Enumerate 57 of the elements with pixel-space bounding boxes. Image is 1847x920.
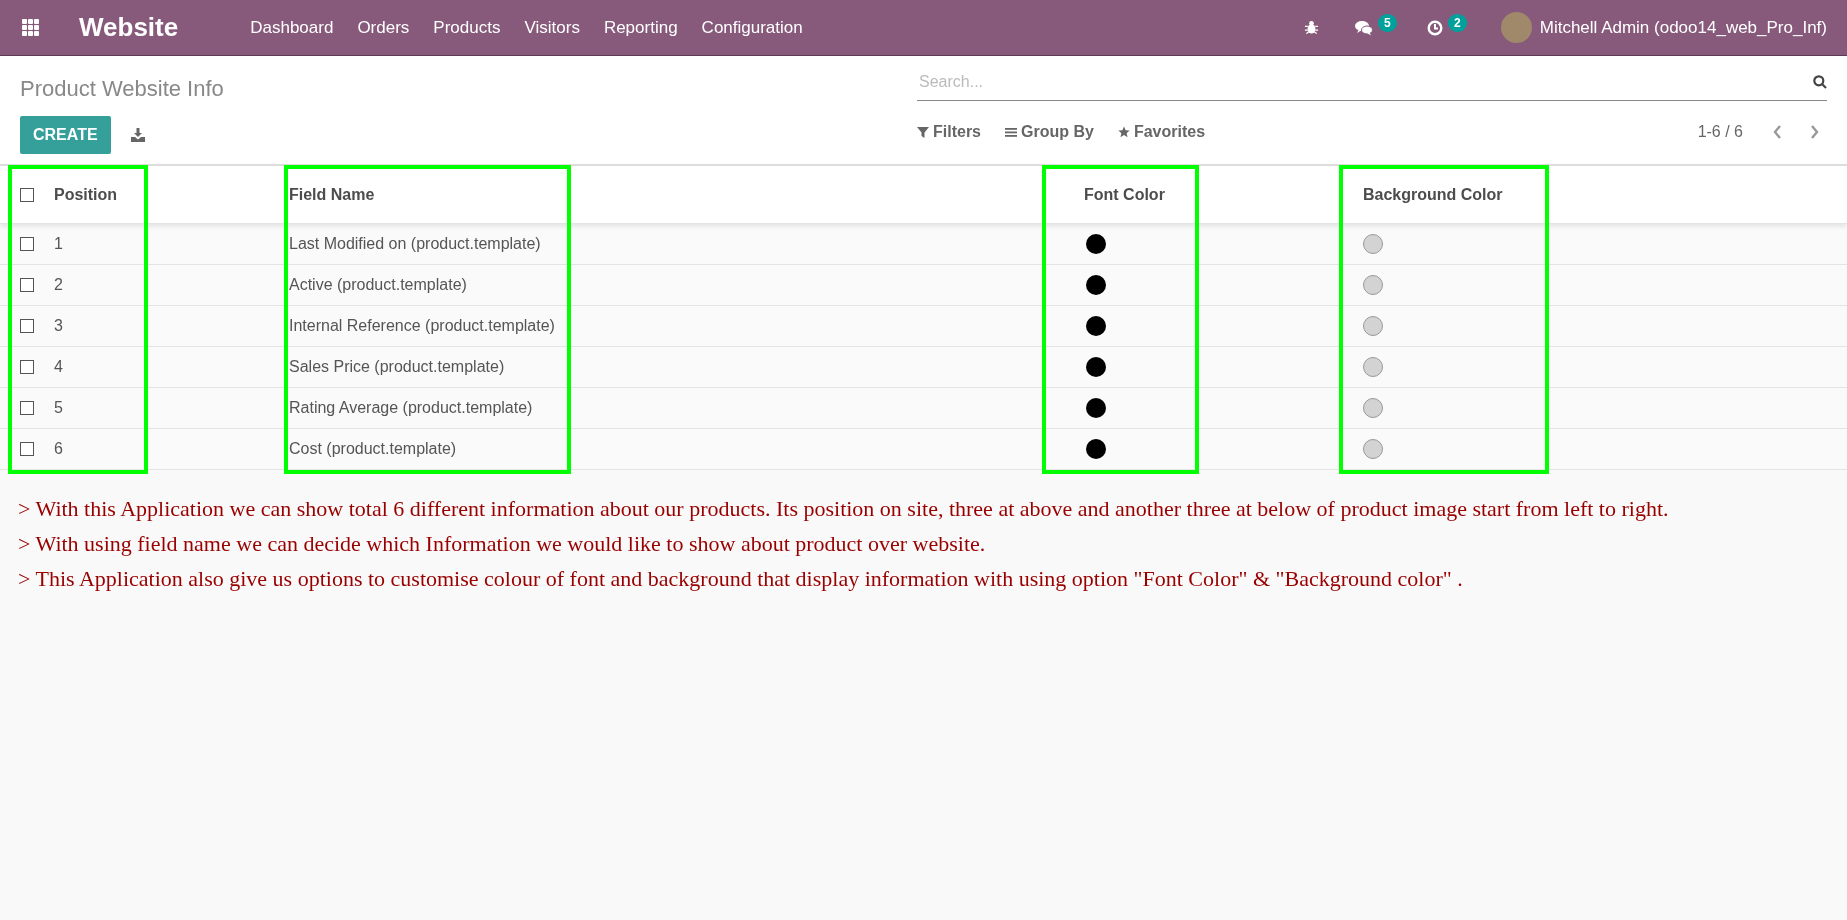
chevron-right-icon (1810, 125, 1819, 139)
checkbox[interactable] (20, 442, 34, 456)
grid-icon (22, 19, 39, 36)
search-field[interactable]: Search... (917, 65, 1813, 99)
page-title: Product Website Info (20, 75, 225, 102)
table-cell: 3 (54, 317, 63, 335)
column-header[interactable]: Font Color (1084, 185, 1165, 204)
table-cell: Active (product.template) (289, 276, 467, 294)
checkbox[interactable] (20, 360, 34, 374)
description-text: > With this Application we can show total 6 different information about our products. Its position on site, three at above and another three at below of product image start from left to right. (18, 496, 1670, 522)
checkbox[interactable] (20, 237, 34, 251)
filter-menu-button[interactable]: Favorites (1117, 123, 1206, 141)
user-avatar (1500, 12, 1532, 43)
table-cell: 1 (54, 235, 63, 253)
table-cell: 2 (54, 276, 63, 294)
activity-count-badge: 2 (1448, 13, 1467, 32)
filter-menu-button[interactable]: Group By (1005, 123, 1094, 141)
menu-item[interactable]: Products (421, 17, 513, 38)
table-cell: 6 (54, 440, 63, 458)
create-button[interactable]: CREATE (20, 116, 111, 154)
menu-item[interactable]: Visitors (512, 17, 592, 38)
menu-item[interactable]: Orders (345, 17, 422, 38)
chat-bubbles-icon (1354, 19, 1373, 36)
filter-menu-button[interactable]: Filters (917, 123, 981, 141)
table-cell: Rating Average (product.template) (289, 399, 533, 417)
clock-icon (1426, 19, 1443, 36)
table-cell: Internal Reference (product.template) (289, 317, 555, 335)
checkbox[interactable] (20, 319, 34, 333)
description-text: > With using field name we can decide which Information we would like to show about product over website. (18, 531, 987, 557)
menu-item[interactable]: Reporting (591, 17, 690, 38)
column-header[interactable]: Background Color (1363, 185, 1503, 204)
messages-button[interactable]: 5 (1344, 9, 1401, 46)
star-icon (1117, 126, 1130, 138)
checkbox[interactable] (20, 401, 34, 415)
description-text: > This Application also give us options to customise colour of font and background that display information with using option "Font Color" & "Background color" . (18, 566, 1464, 592)
table-cell: 5 (54, 399, 63, 417)
app-name[interactable]: Website (79, 12, 179, 43)
menu-item[interactable]: Dashboard (238, 17, 346, 38)
bug-icon (1303, 20, 1319, 35)
message-count-badge: 5 (1378, 13, 1397, 32)
table-cell: Cost (product.template) (289, 440, 457, 458)
column-header[interactable]: Field Name (289, 185, 375, 204)
funnel-icon (917, 126, 929, 138)
table-cell: Last Modified on (product.template) (289, 235, 541, 253)
menu-item[interactable]: Configuration (689, 17, 815, 38)
chevron-left-icon (1773, 125, 1782, 139)
download-icon (130, 128, 145, 142)
checkbox[interactable] (20, 278, 34, 292)
pager-value: 1-6 / 6 (1697, 123, 1743, 141)
activities-button[interactable]: 2 (1416, 9, 1471, 46)
column-header[interactable]: Position (54, 185, 118, 204)
list-icon (1005, 126, 1017, 138)
checkbox[interactable] (20, 187, 34, 202)
table-cell: 4 (54, 358, 63, 376)
user-name[interactable]: Mitchell Admin (odoo14_web_Pro_Inf) (1539, 17, 1827, 38)
table-cell: Sales Price (product.template) (289, 358, 505, 376)
search-icon (1813, 75, 1827, 89)
